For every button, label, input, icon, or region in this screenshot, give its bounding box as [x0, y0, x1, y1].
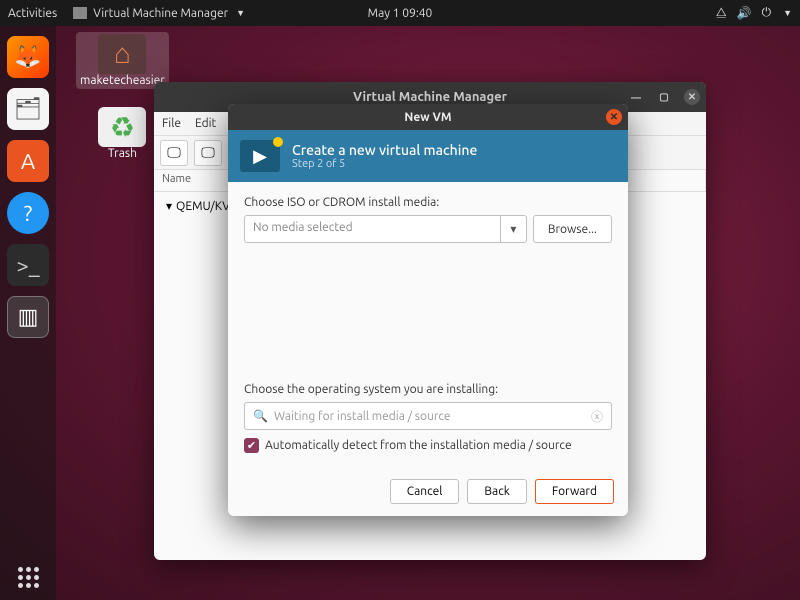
- trash-icon: ♻: [98, 107, 146, 147]
- desktop: 🦊 🗂 A ? >_ ▥ ⌂ maketecheasier ♻ Trash: [0, 26, 800, 600]
- app-menu[interactable]: Virtual Machine Manager ▼: [73, 7, 245, 20]
- close-button[interactable]: ✕: [684, 89, 700, 105]
- close-button[interactable]: ✕: [606, 109, 622, 125]
- forward-button[interactable]: Forward: [535, 479, 614, 504]
- monitor-icon: 🖵: [167, 144, 181, 161]
- new-vm-button-row: Cancel Back Forward: [228, 467, 628, 516]
- dock-firefox[interactable]: 🦊: [7, 36, 49, 78]
- vmm-title: Virtual Machine Manager: [353, 90, 507, 104]
- autodetect-row[interactable]: ✔ Automatically detect from the installa…: [244, 438, 612, 453]
- new-vm-header-title: Create a new virtual machine: [292, 142, 477, 158]
- autodetect-label: Automatically detect from the installati…: [265, 439, 572, 452]
- new-vm-button[interactable]: 🖵: [160, 140, 188, 166]
- os-search-input[interactable]: 🔍 Waiting for install media / source ⓧ: [244, 402, 612, 430]
- software-icon: A: [21, 149, 35, 174]
- new-vm-header: ▶ Create a new virtual machine Step 2 of…: [228, 130, 628, 182]
- minimize-button[interactable]: —: [628, 89, 644, 105]
- combo-dropdown-button[interactable]: ▾: [500, 216, 526, 242]
- desktop-folder-maketecheasier[interactable]: ⌂ maketecheasier: [76, 32, 169, 89]
- desktop-trash-label: Trash: [108, 147, 137, 160]
- os-search-placeholder: Waiting for install media / source: [274, 410, 585, 423]
- monitor-icon: 🖵: [201, 144, 215, 161]
- files-icon: 🗂: [14, 96, 42, 122]
- clock[interactable]: May 1 09:40: [368, 7, 433, 20]
- system-menu-chevron-icon[interactable]: ▼: [783, 8, 792, 18]
- desktop-folder-label: maketecheasier: [80, 74, 165, 87]
- autodetect-checkbox[interactable]: ✔: [244, 438, 259, 453]
- choose-os-label: Choose the operating system you are inst…: [244, 383, 612, 396]
- dock-software[interactable]: A: [7, 140, 49, 182]
- activities-button[interactable]: Activities: [8, 7, 57, 20]
- install-media-combo[interactable]: No media selected ▾: [244, 215, 527, 243]
- chevron-down-icon: ▾: [510, 222, 516, 236]
- new-vm-body: Choose ISO or CDROM install media: No me…: [228, 182, 628, 467]
- help-icon: ?: [24, 201, 33, 226]
- choose-media-label: Choose ISO or CDROM install media:: [244, 196, 612, 209]
- dock: 🦊 🗂 A ? >_ ▥: [0, 26, 56, 600]
- search-icon: 🔍: [253, 409, 268, 423]
- vmm-indicator-icon: [73, 7, 87, 19]
- browse-button[interactable]: Browse...: [533, 215, 612, 243]
- volume-icon[interactable]: 🔊: [737, 6, 752, 20]
- terminal-icon: >_: [16, 253, 39, 278]
- new-vm-title: New VM: [404, 111, 451, 124]
- top-panel: Activities Virtual Machine Manager ▼ May…: [0, 0, 800, 26]
- open-vm-button[interactable]: 🖵: [194, 140, 222, 166]
- new-vm-dialog: New VM ✕ ▶ Create a new virtual machine …: [228, 104, 628, 516]
- dock-files[interactable]: 🗂: [7, 88, 49, 130]
- dock-terminal[interactable]: >_: [7, 244, 49, 286]
- cancel-button[interactable]: Cancel: [390, 479, 460, 504]
- chevron-down-icon: ▼: [236, 8, 245, 18]
- clear-icon[interactable]: ⓧ: [591, 408, 603, 425]
- maximize-button[interactable]: ▢: [656, 89, 672, 105]
- dock-help[interactable]: ?: [7, 192, 49, 234]
- dock-vmm[interactable]: ▥: [7, 296, 49, 338]
- firefox-icon: 🦊: [14, 44, 41, 70]
- create-vm-icon: ▶: [240, 140, 280, 172]
- menu-edit[interactable]: Edit: [195, 117, 216, 130]
- menu-file[interactable]: File: [162, 117, 181, 130]
- new-vm-titlebar[interactable]: New VM ✕: [228, 104, 628, 130]
- dock-show-apps[interactable]: [18, 567, 39, 588]
- network-icon[interactable]: ⧋: [716, 6, 727, 20]
- back-button[interactable]: Back: [467, 479, 526, 504]
- new-vm-step-label: Step 2 of 5: [292, 158, 477, 170]
- app-menu-label: Virtual Machine Manager: [93, 7, 228, 20]
- folder-icon: ⌂: [98, 34, 146, 74]
- expand-icon: ▾: [166, 199, 172, 213]
- vmm-icon: ▥: [18, 304, 39, 330]
- power-icon[interactable]: ⏻: [762, 6, 772, 20]
- install-media-value: No media selected: [245, 216, 500, 242]
